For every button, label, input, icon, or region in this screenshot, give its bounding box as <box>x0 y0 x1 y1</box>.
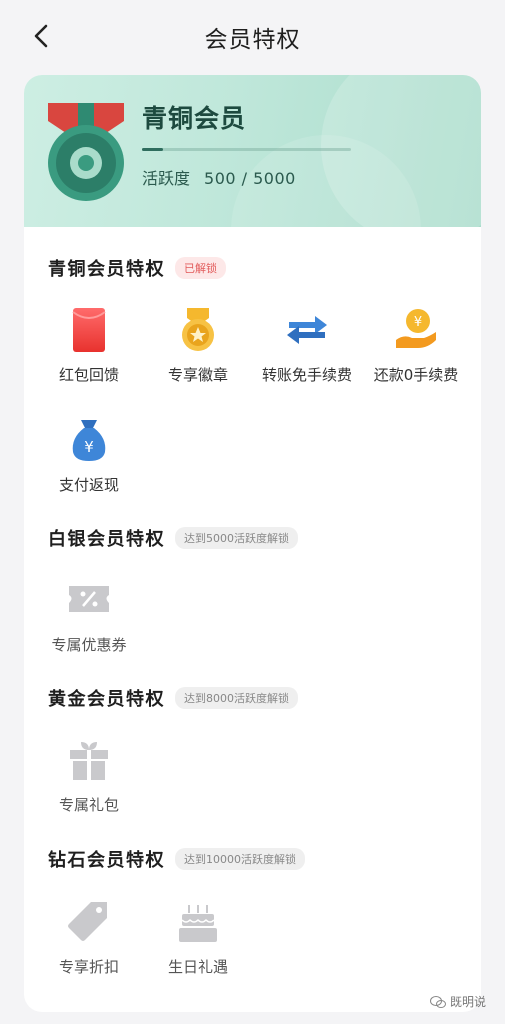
privilege-label: 专享折扣 <box>58 958 119 976</box>
activity-progress-fill <box>142 148 163 151</box>
watermark: 既明说 <box>430 993 486 1010</box>
nav-bar: 会员特权 <box>0 0 505 72</box>
activity-value: 500 / 5000 <box>204 169 296 188</box>
svg-text:¥: ¥ <box>84 438 94 456</box>
privilege-label: 生日礼遇 <box>167 958 228 976</box>
privilege-item[interactable]: ¥ 还款0手续费 <box>361 308 471 385</box>
section-title: 白银会员特权 <box>48 529 165 550</box>
status-badge: 达到10000活跃度解锁 <box>175 848 305 870</box>
privilege-item[interactable]: 生日礼遇 <box>143 900 253 977</box>
privilege-label: 专享徽章 <box>167 366 228 384</box>
privilege-item[interactable]: 转账免手续费 <box>252 308 362 385</box>
section-title: 钻石会员特权 <box>48 850 165 871</box>
activity-progress-bar <box>142 148 351 151</box>
privilege-label: 专属优惠券 <box>51 636 127 654</box>
tier-name: 青铜会员 <box>142 104 247 133</box>
wechat-icon <box>430 995 446 1008</box>
birthday-cake-icon <box>179 905 217 942</box>
discount-tag-icon <box>68 902 107 941</box>
transfer-arrows-icon <box>287 316 327 344</box>
privilege-label: 红包回馈 <box>58 366 119 384</box>
section-diamond: 钻石会员特权 达到10000活跃度解锁 <box>48 846 305 872</box>
hand-coin-icon: ¥ <box>396 309 436 348</box>
privilege-label: 转账免手续费 <box>261 366 352 384</box>
watermark-text: 既明说 <box>450 995 487 1009</box>
red-envelope-icon <box>72 308 106 352</box>
activity-label: 活跃度 <box>142 169 191 188</box>
tier-banner: 青铜会员 活跃度 500 / 5000 <box>24 75 481 227</box>
membership-card: 青铜会员 活跃度 500 / 5000 青铜会员特权 已解锁 红包回馈 专享徽章 <box>24 75 481 1012</box>
privilege-item[interactable]: 专享折扣 <box>34 900 144 977</box>
privilege-item[interactable]: 专属优惠券 <box>34 578 144 655</box>
bronze-medal-icon <box>48 103 124 201</box>
money-bag-icon: ¥ <box>72 420 106 461</box>
page-title: 会员特权 <box>204 27 301 53</box>
coupon-icon <box>69 586 109 612</box>
medal-badge-icon <box>182 308 214 351</box>
status-badge: 达到8000活跃度解锁 <box>175 687 298 709</box>
privilege-label: 支付返现 <box>58 476 119 494</box>
privilege-item[interactable]: 红包回馈 <box>34 308 144 385</box>
status-badge: 达到5000活跃度解锁 <box>175 527 298 549</box>
privilege-item[interactable]: 专属礼包 <box>34 738 144 815</box>
section-bronze: 青铜会员特权 已解锁 <box>48 255 226 281</box>
section-title: 黄金会员特权 <box>48 689 165 710</box>
section-silver: 白银会员特权 达到5000活跃度解锁 <box>48 525 298 551</box>
privilege-item[interactable]: ¥ 支付返现 <box>34 418 144 495</box>
section-title: 青铜会员特权 <box>48 259 165 280</box>
privilege-label: 还款0手续费 <box>373 366 459 384</box>
status-badge: 已解锁 <box>175 257 226 279</box>
activity-readout: 活跃度 500 / 5000 <box>142 165 296 189</box>
svg-text:¥: ¥ <box>414 315 422 330</box>
section-gold: 黄金会员特权 达到8000活跃度解锁 <box>48 685 298 711</box>
privilege-item[interactable]: 专享徽章 <box>143 308 253 385</box>
privilege-label: 专属礼包 <box>58 796 119 814</box>
gift-icon <box>70 742 108 780</box>
